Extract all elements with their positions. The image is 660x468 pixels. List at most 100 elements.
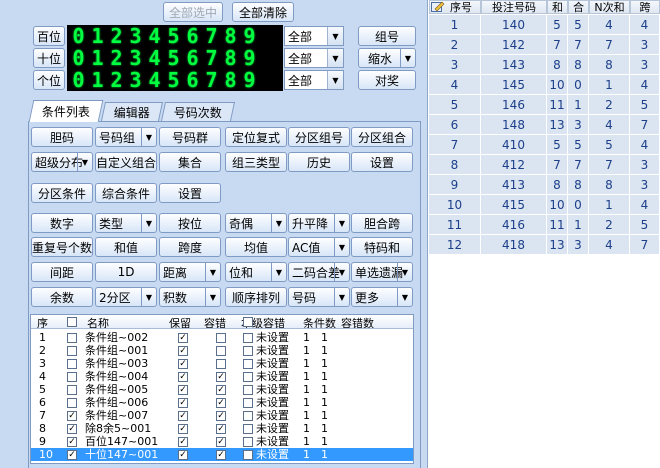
side-button[interactable]: 缩水 ▼ (358, 48, 416, 68)
column-header[interactable]: 名称 (87, 315, 109, 328)
condition-button[interactable]: 升平降 ▼ (288, 213, 350, 233)
results-cell[interactable]: 5 (547, 15, 568, 35)
row-checkbox[interactable]: ✓ (67, 450, 77, 460)
results-cell[interactable]: 0 (568, 75, 589, 95)
digit-9[interactable]: 9 (240, 26, 259, 46)
chevron-down-icon[interactable]: ▼ (397, 288, 412, 306)
condition-button[interactable]: 设置 (351, 152, 413, 172)
results-cell[interactable]: 5 (630, 215, 660, 235)
results-column-header[interactable]: N次和 (589, 0, 630, 14)
results-cell[interactable]: 13 (547, 115, 568, 135)
digit-8[interactable]: 8 (221, 70, 240, 90)
results-cell[interactable]: 5 (547, 135, 568, 155)
local-tolerance-checkbox[interactable] (243, 346, 253, 356)
chevron-down-icon[interactable]: ▼ (400, 49, 415, 67)
chevron-down-icon[interactable]: ▼ (77, 153, 92, 171)
chevron-down-icon[interactable]: ▼ (327, 71, 343, 89)
local-tolerance-checkbox[interactable] (243, 359, 253, 369)
digit-2[interactable]: 2 (107, 48, 126, 68)
keep-checkbox[interactable]: ✓ (178, 333, 188, 343)
chevron-down-icon[interactable]: ▼ (327, 49, 343, 67)
condition-button[interactable]: AC值 ▼ (288, 237, 350, 257)
keep-checkbox[interactable]: ✓ (178, 346, 188, 356)
results-cell[interactable]: 1 (589, 75, 630, 95)
tolerance-checkbox[interactable]: ✓ (216, 411, 226, 421)
digit-4[interactable]: 4 (145, 26, 164, 46)
results-cell[interactable]: 1 (589, 195, 630, 215)
digit-7[interactable]: 7 (202, 26, 221, 46)
results-cell[interactable]: 1 (429, 15, 481, 35)
results-cell[interactable]: 5 (568, 15, 589, 35)
results-cell[interactable]: 4 (589, 235, 630, 255)
keep-checkbox[interactable]: ✓ (178, 372, 188, 382)
column-header[interactable]: 容错 (204, 315, 226, 328)
row-checkbox[interactable] (67, 359, 77, 369)
results-cell[interactable]: 5 (630, 95, 660, 115)
table-row[interactable]: 7 ✓ 条件组~007 ✓ ✓ 未设置 1 1 (31, 409, 413, 422)
results-cell[interactable]: 11 (547, 215, 568, 235)
results-cell[interactable]: 146 (481, 95, 547, 115)
table-row[interactable]: 10 ✓ 十位147~001 ✓ ✓ 未设置 1 1 (31, 448, 413, 461)
digit-6[interactable]: 6 (183, 48, 202, 68)
results-cell[interactable]: 145 (481, 75, 547, 95)
condition-button[interactable]: 1D (95, 262, 157, 282)
results-cell[interactable]: 4 (630, 195, 660, 215)
results-cell[interactable]: 2 (429, 35, 481, 55)
condition-button[interactable]: 数字 (31, 213, 93, 233)
digit-2[interactable]: 2 (107, 26, 126, 46)
results-cell[interactable]: 7 (429, 135, 481, 155)
tolerance-checkbox[interactable] (216, 333, 226, 343)
condition-button[interactable]: 单选遗漏 ▼ (351, 262, 413, 282)
table-row[interactable]: 5 条件组~005 ✓ ✓ 未设置 1 1 (31, 383, 413, 396)
condition-button[interactable]: 二码合差 ▼ (288, 262, 350, 282)
chevron-down-icon[interactable]: ▼ (141, 288, 156, 306)
digit-1[interactable]: 1 (88, 70, 107, 90)
tolerance-checkbox[interactable]: ✓ (216, 437, 226, 447)
results-cell[interactable]: 1 (568, 95, 589, 115)
column-header[interactable]: 容错数 (341, 315, 374, 328)
results-cell[interactable]: 10 (429, 195, 481, 215)
results-cell[interactable]: 418 (481, 235, 547, 255)
results-cell[interactable]: 5 (589, 135, 630, 155)
results-cell[interactable]: 3 (630, 35, 660, 55)
condition-button[interactable]: 间距 (31, 262, 93, 282)
results-cell[interactable]: 8 (547, 55, 568, 75)
results-cell[interactable]: 7 (568, 155, 589, 175)
digit-1[interactable]: 1 (88, 48, 107, 68)
position-select[interactable]: 全部 ▼ (284, 70, 344, 90)
row-checkbox[interactable]: ✓ (67, 437, 77, 447)
table-row[interactable]: 4 条件组~004 ✓ ✓ 未设置 1 1 (31, 370, 413, 383)
row-checkbox[interactable] (67, 346, 77, 356)
results-cell[interactable]: 4 (630, 135, 660, 155)
results-cell[interactable]: 7 (547, 155, 568, 175)
chevron-down-icon[interactable]: ▼ (334, 238, 349, 256)
results-cell[interactable]: 3 (630, 155, 660, 175)
results-cell[interactable]: 148 (481, 115, 547, 135)
results-cell[interactable]: 4 (589, 115, 630, 135)
results-cell[interactable]: 3 (568, 115, 589, 135)
tolerance-checkbox[interactable]: ✓ (216, 450, 226, 460)
chevron-down-icon[interactable]: ▼ (271, 263, 286, 281)
results-cell[interactable]: 7 (589, 35, 630, 55)
results-cell[interactable]: 7 (568, 35, 589, 55)
results-cell[interactable]: 413 (481, 175, 547, 195)
column-header[interactable]: 条件数 (303, 315, 336, 328)
digit-3[interactable]: 3 (126, 70, 145, 90)
side-button[interactable]: 对奖 (358, 70, 416, 90)
side-button[interactable]: 组号 (358, 26, 416, 46)
condition-button[interactable]: 分区组合 (351, 127, 413, 147)
digit-4[interactable]: 4 (145, 48, 164, 68)
digit-row-label[interactable]: 十位 (33, 48, 65, 68)
results-cell[interactable]: 6 (429, 115, 481, 135)
results-cell[interactable]: 9 (429, 175, 481, 195)
results-column-header[interactable]: 跨 (630, 0, 660, 14)
results-cell[interactable]: 12 (429, 235, 481, 255)
keep-checkbox[interactable]: ✓ (178, 450, 188, 460)
keep-checkbox[interactable]: ✓ (178, 437, 188, 447)
tolerance-checkbox[interactable]: ✓ (216, 385, 226, 395)
chevron-down-icon[interactable]: ▼ (334, 263, 349, 281)
local-tolerance-checkbox[interactable] (243, 372, 253, 382)
condition-button[interactable]: 设置 (159, 183, 221, 203)
chevron-down-icon[interactable]: ▼ (205, 263, 220, 281)
results-column-header[interactable]: 投注号码 (481, 0, 547, 14)
